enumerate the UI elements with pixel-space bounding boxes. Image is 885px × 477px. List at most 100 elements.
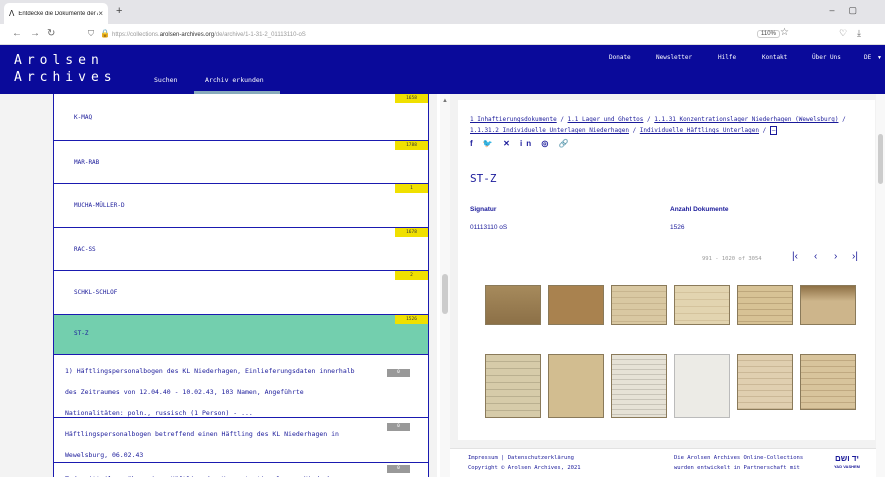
nav-kontakt[interactable]: Kontakt (762, 54, 787, 61)
url-field[interactable]: https://collections. arolsen-archives.org… (112, 27, 792, 42)
document-item[interactable]: Häftlingspersonalbogen betreffend einen … (54, 418, 428, 463)
nav-donate[interactable]: Donate (609, 54, 631, 61)
list-item[interactable]: SCHKL-SCHLOF 2 (54, 271, 428, 315)
tab-title: Entdecke die Dokumente der A... (18, 10, 99, 17)
right-scrollbar[interactable] (876, 94, 885, 477)
list-item-label: MUCHA-MÜLLER-D (74, 202, 125, 209)
list-item-selected[interactable]: ST-Z 1526 (54, 315, 428, 355)
document-thumbnail[interactable] (800, 354, 856, 410)
document-thumbnail[interactable] (800, 285, 856, 325)
document-thumbnail[interactable] (611, 354, 667, 418)
language-selector[interactable]: DE (864, 54, 871, 61)
list-item[interactable]: MUCHA-MÜLLER-D 1 (54, 184, 428, 228)
browser-tools[interactable]: ♡⤓ (839, 28, 871, 39)
document-thumbnail[interactable] (611, 285, 667, 325)
url-path: /de/archive/1-1-31-2_01113110-oS (214, 31, 306, 38)
collapse-icon[interactable]: – (769, 126, 778, 135)
detail-pane: 1 Inhaftierungsdokumente / 1.1 Lager und… (450, 94, 885, 477)
count-badge: 2 (395, 271, 428, 280)
footer-links[interactable]: Impressum | Datenschutzerklärung (468, 455, 574, 461)
yad-vashem-text: YAD VASHEM (834, 464, 861, 469)
forward-icon[interactable]: → (30, 28, 40, 39)
count-badge: 0 (387, 369, 410, 377)
count-badge: 1526 (395, 315, 428, 324)
nav-archiv-erkunden[interactable]: Archiv erkunden (205, 76, 264, 84)
list-item-label: RAC-SS (74, 246, 96, 253)
anzahl-value: 1526 (670, 224, 685, 231)
count-badge: 0 (387, 423, 410, 431)
breadcrumb-link[interactable]: Individuelle Häftlings Unterlagen (640, 127, 759, 134)
list-item[interactable]: MAR-RAB 1788 (54, 141, 428, 184)
breadcrumb-link[interactable]: 1 Inhaftierungsdokumente (470, 116, 557, 123)
nav-newsletter[interactable]: Newsletter (656, 54, 692, 61)
count-badge: 1 (395, 184, 428, 193)
list-item-label: MAR-RAB (74, 159, 100, 166)
left-scrollbar[interactable]: ▲ (440, 94, 450, 477)
document-item[interactable]: Todesmitteilung über einen Häftling des … (54, 463, 428, 477)
anzahl-label: Anzahl Dokumente (670, 206, 729, 213)
document-thumbnail[interactable] (674, 354, 730, 418)
scroll-up-icon[interactable]: ▲ (442, 98, 448, 104)
url-prefix: https://collections. (112, 31, 160, 38)
list-item[interactable]: RAC-SS 1678 (54, 228, 428, 271)
url-domain: arolsen-archives.org (159, 31, 215, 38)
share-icons[interactable]: f 🐦 ✕ in ◎ 🔗 (470, 139, 573, 148)
list-item-label: K-MAQ (74, 114, 93, 121)
chevron-down-icon[interactable]: ▼ (877, 55, 882, 61)
count-badge: 1788 (395, 141, 428, 150)
footer-info-line2: wurden entwickelt in Partnerschaft mit (674, 465, 800, 471)
site-favicon-icon: Λ (9, 9, 15, 18)
first-page-icon[interactable]: |‹ (792, 251, 798, 262)
download-icon[interactable]: ⤓ (857, 28, 871, 38)
window-controls[interactable]: –▢ (829, 5, 871, 16)
next-page-icon[interactable]: › (834, 251, 837, 262)
document-thumbnail[interactable] (674, 285, 730, 325)
archive-list: K-MAQ 1658 MAR-RAB 1788 MUCHA-MÜLLER-D 1… (53, 94, 429, 477)
list-item-label: SCHKL-SCHLOF (74, 289, 118, 296)
document-thumbnail[interactable] (548, 285, 604, 325)
nav-hilfe[interactable]: Hilfe (718, 54, 736, 61)
list-item[interactable]: K-MAQ 1658 (54, 94, 428, 141)
site-footer: Impressum | Datenschutzerklärung Copyrig… (450, 448, 876, 477)
lock-icon[interactable]: 🔒 (100, 29, 110, 38)
detail-card: 1 Inhaftierungsdokumente / 1.1 Lager und… (458, 100, 875, 440)
pocket-icon[interactable]: ♡ (839, 28, 857, 38)
document-thumbnail[interactable] (485, 354, 541, 418)
last-page-icon[interactable]: ›| (852, 251, 858, 262)
logo-line1[interactable]: Arolsen (14, 53, 104, 68)
document-text-line: des Zeitraumes von 12.04.40 - 10.02.43, … (65, 388, 304, 396)
shield-icon[interactable]: ⛉ (88, 29, 94, 39)
signatur-value: 01113110 oS (470, 224, 508, 231)
document-thumbnail[interactable] (485, 285, 541, 325)
count-badge: 1678 (395, 228, 428, 237)
new-tab-icon[interactable]: + (116, 5, 122, 17)
document-item[interactable]: 1) Häftlingspersonalbogen des KL Niederh… (54, 355, 428, 418)
zoom-level[interactable]: 110% (757, 30, 780, 38)
document-thumbnail[interactable] (548, 354, 604, 418)
back-icon[interactable]: ← (12, 28, 22, 39)
bookmark-star-icon[interactable]: ☆ (780, 27, 789, 38)
prev-page-icon[interactable]: ‹ (814, 251, 817, 262)
scroll-thumb[interactable] (878, 134, 883, 184)
archive-tree-pane: K-MAQ 1658 MAR-RAB 1788 MUCHA-MÜLLER-D 1… (0, 94, 437, 477)
document-thumbnail[interactable] (737, 285, 793, 325)
signatur-label: Signatur (470, 206, 497, 213)
nav-suchen[interactable]: Suchen (154, 76, 177, 84)
breadcrumb: 1 Inhaftierungsdokumente / 1.1 Lager und… (470, 116, 846, 135)
document-title: ST-Z (470, 172, 497, 185)
list-item-label: ST-Z (74, 330, 89, 337)
browser-tabbar: Λ Entdecke die Dokumente der A... × + –▢ (0, 0, 885, 24)
breadcrumb-link[interactable]: 1.1.31 Konzentrationslager Niederhagen (… (654, 116, 838, 123)
scroll-thumb[interactable] (442, 274, 448, 314)
footer-copyright: Copyright © Arolsen Archives, 2021 (468, 465, 581, 471)
count-badge: 1658 (395, 94, 428, 103)
reload-icon[interactable]: ↻ (47, 28, 55, 39)
browser-tab[interactable]: Λ Entdecke die Dokumente der A... × (4, 3, 108, 24)
yad-vashem-logo[interactable]: יד ושם YAD VASHEM (834, 455, 860, 471)
close-tab-icon[interactable]: × (98, 9, 103, 18)
document-thumbnail[interactable] (737, 354, 793, 410)
breadcrumb-link[interactable]: 1.1.31.2 Individuelle Unterlagen Niederh… (470, 127, 629, 134)
logo-line2[interactable]: Archives (14, 70, 117, 85)
nav-ueber-uns[interactable]: Über Uns (812, 54, 841, 61)
breadcrumb-link[interactable]: 1.1 Lager und Ghettos (568, 116, 644, 123)
